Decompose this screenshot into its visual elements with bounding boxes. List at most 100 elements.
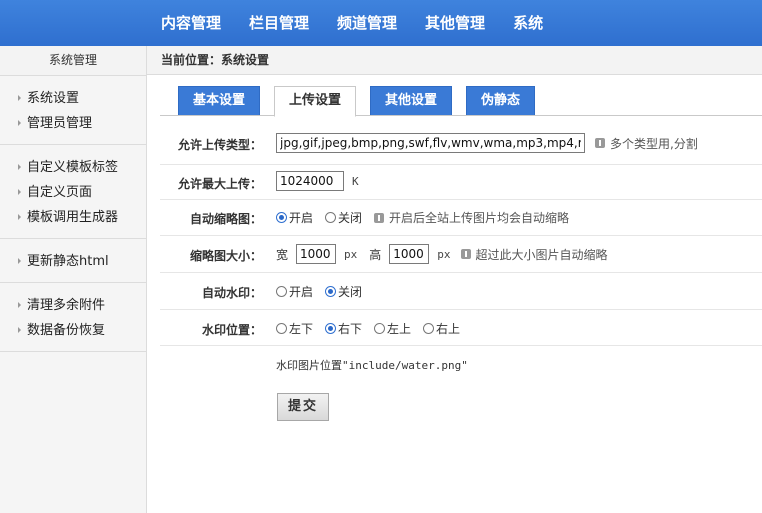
radio-selected-icon bbox=[325, 286, 337, 297]
bullet-arrow-icon bbox=[18, 95, 21, 101]
top-nav: 内容管理 栏目管理 频道管理 其他管理 系统 bbox=[147, 0, 557, 46]
tab-upload-settings[interactable]: 上传设置 bbox=[274, 86, 357, 117]
radio-selected-icon bbox=[325, 323, 337, 334]
sidebar-group-templates: 自定义模板标签 自定义页面 模板调用生成器 bbox=[0, 145, 146, 239]
auto-thumb-off-radio[interactable]: 关闭 bbox=[325, 209, 362, 226]
max-upload-input[interactable] bbox=[276, 171, 344, 191]
auto-thumb-value: 开启 关闭 开启后全站上传图片均会自动缩略 bbox=[276, 209, 569, 226]
radio-unselected-icon bbox=[276, 323, 287, 334]
bullet-arrow-icon bbox=[18, 164, 21, 170]
watermark-note-value: 水印图片位置"include/water.png" bbox=[276, 357, 468, 373]
thumb-height-label: 高 bbox=[369, 247, 382, 262]
upload-types-value: 多个类型用,分割 bbox=[276, 133, 698, 153]
nav-other-management[interactable]: 其他管理 bbox=[411, 0, 499, 46]
sidebar-item-label: 自定义模板标签 bbox=[27, 160, 119, 175]
auto-thumb-on-radio[interactable]: 开启 bbox=[276, 209, 313, 226]
sidebar-item-system-settings[interactable]: 系统设置 bbox=[0, 86, 146, 111]
sidebar-group-system: 系统设置 管理员管理 bbox=[0, 76, 146, 145]
row-watermark-note: 水印图片位置"include/water.png" bbox=[160, 346, 762, 383]
row-auto-thumb: 自动缩略图： 开启 关闭 开启后全站上传图片均会自动缩略 bbox=[160, 200, 762, 236]
watermark-note: 水印图片位置"include/water.png" bbox=[276, 359, 468, 372]
sidebar-item-label: 更新静态html bbox=[27, 254, 109, 269]
watermark-pos-label: 左上 bbox=[387, 322, 412, 336]
tab-basic-settings[interactable]: 基本设置 bbox=[178, 86, 261, 115]
bullet-arrow-icon bbox=[18, 189, 21, 195]
upload-types-hint-text: 多个类型用,分割 bbox=[610, 136, 698, 151]
radio-selected-icon bbox=[276, 212, 287, 223]
nav-channel-management[interactable]: 频道管理 bbox=[323, 0, 411, 46]
sidebar-item-admin-management[interactable]: 管理员管理 bbox=[0, 111, 146, 136]
sidebar-item-label: 模板调用生成器 bbox=[27, 210, 119, 225]
upload-types-input[interactable] bbox=[276, 133, 585, 153]
watermark-position-label: 水印位置： bbox=[201, 323, 262, 337]
watermark-position-value: 左下 右下 左上 右上 bbox=[276, 320, 472, 337]
submit-button[interactable]: 提交 bbox=[277, 393, 329, 421]
upload-settings-form: 允许上传类型： 多个类型用,分割 允许最大上传： K 自动缩略图： 开启 关闭 bbox=[160, 116, 762, 383]
thumb-size-hint: 超过此大小图片自动缩略 bbox=[460, 246, 608, 263]
thumb-size-label: 缩略图大小： bbox=[189, 249, 262, 263]
watermark-pos-top-left-radio[interactable]: 左上 bbox=[374, 320, 411, 337]
bullet-arrow-icon bbox=[18, 120, 21, 126]
upload-types-label: 允许上传类型： bbox=[177, 138, 262, 152]
nav-column-management[interactable]: 栏目管理 bbox=[235, 0, 323, 46]
sidebar-group-static: 更新静态html bbox=[0, 239, 146, 283]
sidebar-item-custom-template-tags[interactable]: 自定义模板标签 bbox=[0, 155, 146, 180]
sidebar-item-label: 自定义页面 bbox=[27, 185, 93, 200]
auto-watermark-on-radio[interactable]: 开启 bbox=[276, 283, 313, 300]
auto-watermark-off-label: 关闭 bbox=[338, 285, 363, 299]
tab-pseudo-static[interactable]: 伪静态 bbox=[466, 86, 536, 115]
sidebar-item-label: 数据备份恢复 bbox=[27, 323, 106, 338]
row-auto-watermark: 自动水印： 开启 关闭 bbox=[160, 273, 762, 310]
top-bar: 内容管理 栏目管理 频道管理 其他管理 系统 bbox=[0, 0, 762, 46]
watermark-pos-label: 右下 bbox=[338, 322, 363, 336]
watermark-pos-label: 右上 bbox=[436, 322, 461, 336]
auto-thumb-on-label: 开启 bbox=[289, 211, 314, 225]
row-max-upload: 允许最大上传： K bbox=[160, 165, 762, 200]
row-watermark-position: 水印位置： 左下 右下 左上 右上 bbox=[160, 310, 762, 346]
auto-thumb-label: 自动缩略图： bbox=[189, 212, 262, 226]
sidebar-item-template-generator[interactable]: 模板调用生成器 bbox=[0, 205, 146, 230]
row-upload-types: 允许上传类型： 多个类型用,分割 bbox=[160, 116, 762, 165]
settings-tabs: 基本设置 上传设置 其他设置 伪静态 bbox=[178, 86, 549, 117]
max-upload-value: K bbox=[276, 171, 359, 191]
auto-thumb-hint-text: 开启后全站上传图片均会自动缩略 bbox=[389, 211, 570, 225]
nav-system[interactable]: 系统 bbox=[499, 0, 557, 46]
thumb-width-unit: px bbox=[344, 247, 358, 261]
radio-unselected-icon bbox=[276, 286, 287, 297]
thumb-height-input[interactable] bbox=[389, 244, 430, 264]
auto-watermark-value: 开启 关闭 bbox=[276, 283, 374, 300]
sidebar-group-maintenance: 清理多余附件 数据备份恢复 bbox=[0, 283, 146, 352]
info-icon bbox=[374, 212, 385, 223]
info-icon bbox=[460, 249, 471, 259]
nav-content-management[interactable]: 内容管理 bbox=[147, 0, 235, 46]
sidebar: 系统设置 管理员管理 自定义模板标签 自定义页面 模板调用生成器 更新静态htm… bbox=[0, 76, 146, 513]
radio-unselected-icon bbox=[374, 323, 386, 334]
sidebar-item-label: 清理多余附件 bbox=[27, 298, 106, 313]
watermark-pos-label: 左下 bbox=[289, 322, 314, 336]
watermark-pos-bottom-right-radio[interactable]: 右下 bbox=[325, 320, 362, 337]
sidebar-item-label: 系统设置 bbox=[27, 91, 80, 106]
thumb-size-value: 宽 px 高 px 超过此大小图片自动缩略 bbox=[276, 244, 608, 264]
thumb-size-hint-text: 超过此大小图片自动缩略 bbox=[475, 247, 608, 262]
bullet-arrow-icon bbox=[18, 302, 21, 308]
info-icon bbox=[595, 138, 605, 148]
bullet-arrow-icon bbox=[18, 258, 21, 264]
sidebar-item-data-backup[interactable]: 数据备份恢复 bbox=[0, 318, 146, 343]
watermark-pos-bottom-left-radio[interactable]: 左下 bbox=[276, 320, 313, 337]
sidebar-item-custom-pages[interactable]: 自定义页面 bbox=[0, 180, 146, 205]
tab-other-settings[interactable]: 其他设置 bbox=[370, 86, 453, 115]
max-upload-unit: K bbox=[352, 174, 359, 188]
auto-watermark-off-radio[interactable]: 关闭 bbox=[325, 283, 362, 300]
bullet-arrow-icon bbox=[18, 214, 21, 220]
thumb-height-unit: px bbox=[437, 247, 451, 261]
thumb-width-label: 宽 bbox=[276, 247, 289, 262]
sidebar-item-clean-attachments[interactable]: 清理多余附件 bbox=[0, 293, 146, 318]
watermark-pos-top-right-radio[interactable]: 右上 bbox=[423, 320, 460, 337]
sidebar-item-update-static-html[interactable]: 更新静态html bbox=[0, 249, 146, 274]
radio-unselected-icon bbox=[423, 323, 435, 334]
auto-thumb-off-label: 关闭 bbox=[338, 211, 363, 225]
upload-types-hint: 多个类型用,分割 bbox=[595, 135, 698, 152]
sidebar-divider bbox=[146, 46, 147, 513]
auto-thumb-hint: 开启后全站上传图片均会自动缩略 bbox=[374, 209, 569, 226]
thumb-width-input[interactable] bbox=[296, 244, 337, 264]
